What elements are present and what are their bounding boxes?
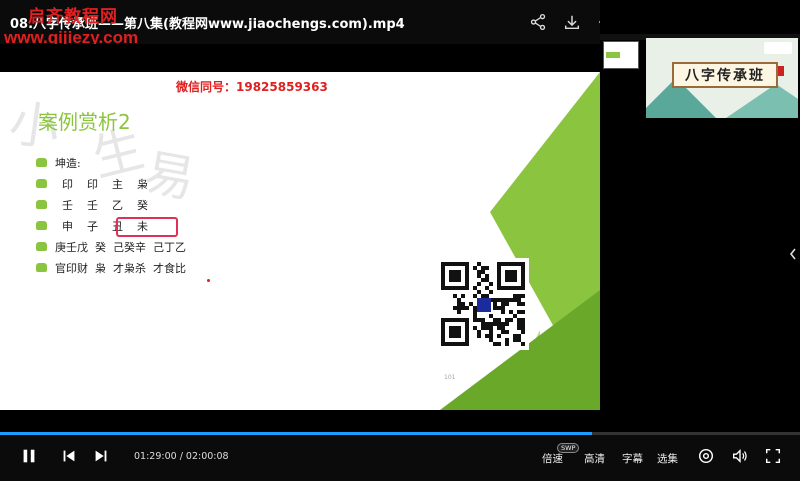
episodes-button[interactable]: 选集 [657, 451, 678, 466]
video-area[interactable]: 小 生 易 微信同号：19825859363 案例赏析2 坤造: 印 印 主 枭… [0, 44, 600, 430]
bullet-icon [36, 158, 47, 167]
speed-button[interactable]: 倍速 [542, 451, 563, 466]
preview-title: 八字传承班 [685, 68, 765, 84]
bazi-chart: 坤造: 印 印 主 枭 壬 壬 乙 癸 申 子 丑 未 庚壬戊 癸 己癸辛 己丁… [36, 152, 186, 278]
qr-code [437, 258, 529, 350]
thumbnail-accent [606, 52, 620, 58]
watermark-site-name: 启齐教程网 [28, 7, 118, 27]
playback-time: 01:29:00 / 02:00:08 [134, 451, 229, 462]
bullet-icon [36, 263, 47, 272]
preview-scroll: 八字传承班 [672, 62, 778, 88]
pause-icon[interactable] [20, 447, 38, 465]
preview-logo [764, 42, 792, 54]
bullet-icon [36, 242, 47, 251]
list-item: 坤造: [36, 152, 186, 173]
course-preview-image: 八字传承班 [646, 38, 798, 118]
preview-mountain [726, 84, 798, 118]
quality-button[interactable]: 高清 [584, 451, 605, 466]
current-time: 01:29:00 [134, 451, 177, 462]
time-separator: / [176, 451, 186, 462]
total-time: 02:00:08 [185, 451, 229, 462]
highlight-box [116, 217, 178, 237]
qr-center-logo [477, 298, 491, 312]
settings-icon[interactable] [697, 447, 715, 465]
bullet-icon [36, 221, 47, 230]
volume-icon[interactable] [731, 447, 749, 465]
wechat-contact: 微信同号：19825859363 [176, 80, 328, 94]
list-item: 申 子 丑 未 [36, 215, 186, 237]
next-icon[interactable] [92, 447, 110, 465]
lecture-slide: 小 生 易 微信同号：19825859363 案例赏析2 坤造: 印 印 主 枭… [0, 72, 600, 410]
slide-page-number: 101 [444, 374, 456, 381]
subtitle-button[interactable]: 字幕 [622, 451, 643, 466]
slide-thumbnail[interactable] [603, 41, 639, 69]
list-item: 印 印 主 枭 [36, 173, 186, 194]
preview-seal [778, 66, 784, 76]
pointer-dot [207, 279, 210, 282]
bullet-icon [36, 179, 47, 188]
share-icon[interactable] [528, 12, 548, 32]
bullet-icon [36, 200, 47, 209]
slide-heading: 案例赏析2 [38, 110, 131, 134]
player-controls: 01:29:00 / 02:00:08 SWP 倍速 高清 字幕 选集 [0, 435, 800, 481]
chevron-left-icon[interactable] [788, 246, 798, 260]
list-item: 壬 壬 乙 癸 [36, 194, 186, 215]
list-item: 庚壬戊 癸 己癸辛 己丁乙 [36, 236, 186, 257]
download-icon[interactable] [562, 12, 582, 32]
previous-icon[interactable] [60, 447, 78, 465]
fullscreen-icon[interactable] [764, 447, 782, 465]
list-item: 官印财 枭 才枭杀 才食比 [36, 257, 186, 278]
